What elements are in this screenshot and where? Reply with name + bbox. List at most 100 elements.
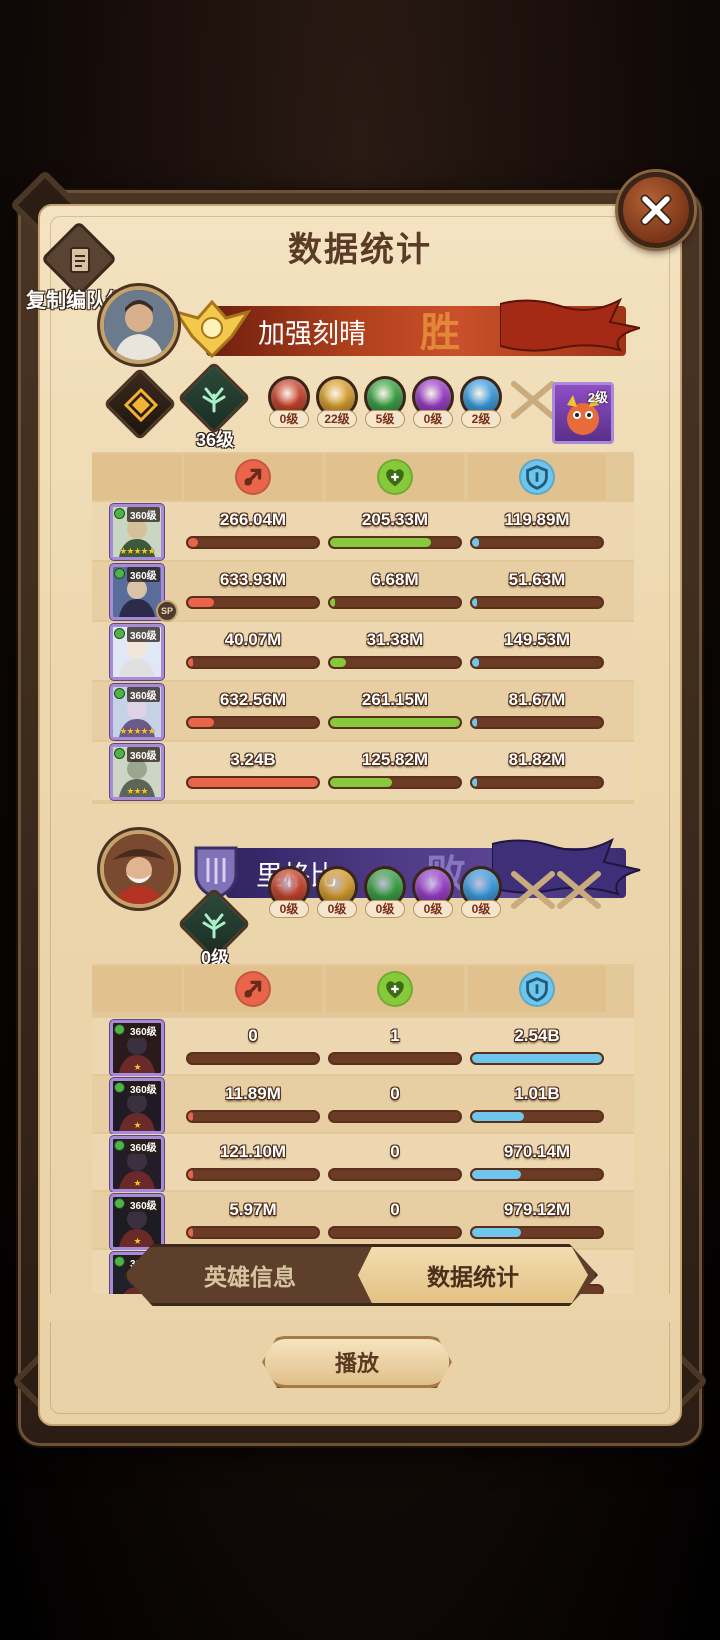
heal-icon (377, 459, 413, 495)
header-hero-cell (92, 454, 182, 500)
hero-stars: ★★★★★ (119, 726, 155, 736)
hero-stars: ★★★ (126, 786, 148, 796)
hero-rank-gem-icon (114, 568, 125, 579)
team1-avatar[interactable] (100, 286, 178, 364)
stat-bar (470, 1052, 604, 1065)
stat-bar (186, 656, 320, 669)
close-button[interactable] (618, 172, 694, 248)
header-stat-cell (184, 966, 322, 1012)
stat-bar (186, 1226, 320, 1239)
stat-bar-fill (472, 1054, 602, 1063)
stat-bar-fill (472, 1170, 522, 1179)
stat-value: 0 (390, 1200, 400, 1219)
stat-value: 31.38M (366, 630, 424, 649)
element-level: 22级 (317, 410, 357, 428)
stat-value: 970.14M (503, 1142, 571, 1161)
stat-bar-fill (472, 658, 479, 667)
stat-value: 633.93M (219, 570, 287, 589)
hero-rank-gem-icon (114, 688, 125, 699)
header-hero-cell (92, 966, 182, 1012)
header-stat-cell (468, 966, 606, 1012)
stat-bar (328, 1052, 462, 1065)
stat-bar (470, 1226, 604, 1239)
stat-bar-fill (188, 718, 214, 727)
hero-stars: ★ (133, 1120, 141, 1130)
stat-value: 632.56M (219, 690, 287, 709)
pet-card[interactable]: 2级 (552, 382, 614, 444)
stat-bar-fill (188, 1228, 194, 1237)
hero-card[interactable]: 360级 ★★★★★ (110, 684, 164, 740)
hero-level: 360级 (127, 1023, 160, 1038)
element-level: 0级 (461, 900, 501, 918)
team1-result: 胜 (420, 309, 460, 356)
stat-value: 261.15M (361, 690, 429, 709)
hero-card[interactable]: 360级 ★ (110, 1136, 164, 1192)
hero-card[interactable]: 360级 ★ (110, 1078, 164, 1134)
hero-portrait-icon (104, 290, 174, 360)
header-stat-cell (184, 454, 322, 500)
stat-value: 51.63M (508, 570, 566, 589)
stat-bar-fill (188, 598, 214, 607)
stat-bar (186, 536, 320, 549)
stat-bar-fill (188, 658, 194, 667)
stat-bar (470, 716, 604, 729)
stat-value: 125.82M (361, 750, 429, 769)
stat-value: 121.10M (219, 1142, 287, 1161)
stat-bar-fill (472, 598, 478, 607)
hero-level: 360级 (127, 567, 160, 582)
hero-level: 360级 (127, 507, 160, 522)
stat-bar (328, 536, 462, 549)
tree-icon (202, 913, 226, 939)
stat-value: 1 (390, 1026, 400, 1045)
decor-cross-icon (511, 871, 555, 909)
hero-card[interactable]: 360级 ★ (110, 1020, 164, 1076)
team2-avatar[interactable] (100, 830, 178, 908)
formation-icon (123, 387, 159, 423)
stat-bar (328, 1226, 462, 1239)
tab-hero-info[interactable]: 英雄信息 (140, 1247, 360, 1303)
stat-bar (186, 1052, 320, 1065)
stat-bar-fill (330, 718, 460, 727)
hero-card[interactable]: 360级 ★★★★★ (110, 504, 164, 560)
hero-rank-gem-icon (114, 628, 125, 639)
stat-bar (328, 1168, 462, 1181)
stat-bar-fill (188, 778, 318, 787)
damage-icon (235, 459, 271, 495)
stat-bar-fill (330, 658, 346, 667)
decor-cross-icon (557, 871, 601, 909)
hero-portrait-icon (104, 834, 174, 904)
hero-rank-gem-icon (114, 748, 125, 759)
stat-value: 2.54B (514, 1026, 560, 1045)
stat-bar-fill (472, 1228, 522, 1237)
team1-level: 36级 (195, 430, 235, 450)
stat-bar-fill (472, 1112, 524, 1121)
hero-level: 360级 (127, 687, 160, 702)
header-stat-cell (326, 966, 464, 1012)
damage-icon (235, 971, 271, 1007)
hero-stars: ★★★★★ (119, 546, 155, 556)
element-level: 0级 (365, 900, 405, 918)
decor-cross-icon (511, 381, 555, 419)
stat-value: 0 (390, 1142, 400, 1161)
play-button[interactable]: 播放 (262, 1336, 452, 1388)
element-level: 0级 (413, 410, 453, 428)
stat-bar-fill (330, 778, 393, 787)
stat-bar (186, 1110, 320, 1123)
gold-crest-icon (172, 299, 252, 359)
hero-card[interactable]: 360级 ★★★ (110, 744, 164, 800)
stat-bar (470, 776, 604, 789)
stat-value: 81.82M (508, 750, 566, 769)
tab-stats[interactable]: 数据统计 (358, 1247, 588, 1303)
stat-bar (470, 596, 604, 609)
sp-badge-icon: SP (156, 600, 178, 622)
stat-value: 979.12M (503, 1200, 571, 1219)
heal-icon (377, 971, 413, 1007)
hero-rank-gem-icon (114, 1140, 125, 1151)
hero-rank-gem-icon (114, 508, 125, 519)
header-stat-cell (468, 454, 606, 500)
stat-bar (328, 596, 462, 609)
tree-icon (202, 387, 226, 413)
shield-icon (519, 459, 555, 495)
hero-card[interactable]: 360级 ★ (110, 1194, 164, 1250)
hero-card[interactable]: 360级 (110, 624, 164, 680)
